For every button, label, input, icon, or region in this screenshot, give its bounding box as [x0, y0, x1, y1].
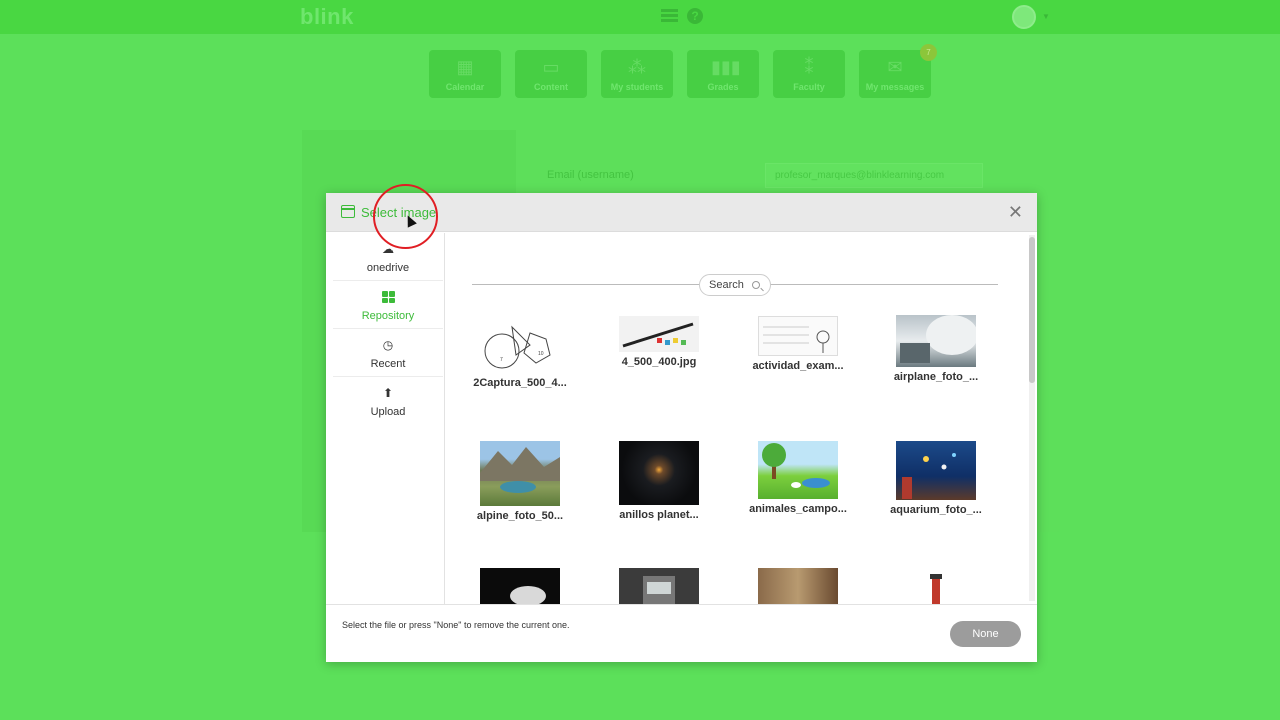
nav-faculty[interactable]: ⁑ Faculty — [773, 50, 845, 98]
search-placeholder: Search — [709, 279, 744, 291]
sidebar-item-repository[interactable]: Repository — [333, 281, 443, 329]
device-photo-image — [619, 568, 699, 604]
worksheet-image — [758, 316, 838, 356]
nav-calendar[interactable]: ▦ Calendar — [429, 50, 501, 98]
image-thumbnail[interactable]: airplane_foto_... — [876, 315, 996, 383]
image-caption: anillos planet... — [619, 509, 699, 521]
image-thumbnail[interactable]: actividad_exam... — [738, 316, 858, 372]
image-thumbnail[interactable] — [460, 568, 580, 604]
user-avatar[interactable] — [1012, 5, 1036, 29]
nav-label: Faculty — [793, 82, 825, 92]
content-icon: ▭ — [542, 57, 560, 77]
dark-photo-image — [480, 568, 560, 604]
search-icon — [752, 281, 760, 289]
aquarium-photo-image — [896, 441, 976, 500]
nav-label: Grades — [707, 82, 739, 92]
grades-icon: ▮▮▮ — [711, 57, 741, 77]
image-thumbnail[interactable] — [876, 568, 996, 604]
stylus-photo-image — [619, 316, 699, 352]
nav-my-students[interactable]: ⁂ My students — [601, 50, 673, 98]
email-label: Email (username) — [547, 169, 634, 181]
sidebar-item-upload[interactable]: ⬆ Upload — [333, 377, 443, 425]
close-icon[interactable]: ✕ — [1008, 203, 1023, 221]
image-caption: 2Captura_500_4... — [473, 377, 567, 389]
grid-icon — [381, 291, 395, 303]
sidebar-item-recent[interactable]: ◷ Recent — [333, 329, 443, 377]
hamburger-menu-icon[interactable] — [661, 9, 678, 23]
faculty-icon: ⁑ — [804, 57, 814, 77]
image-thumbnail[interactable] — [599, 568, 719, 604]
sidebar-item-label: Upload — [370, 406, 406, 418]
image-caption: airplane_foto_... — [893, 371, 979, 383]
footer-hint: Select the file or press "None" to remov… — [342, 620, 570, 630]
help-icon[interactable]: ? — [687, 8, 703, 24]
sidebar-item-label: onedrive — [366, 262, 410, 274]
lighthouse-image — [896, 568, 976, 604]
image-thumbnail[interactable] — [738, 568, 858, 604]
svg-text:10: 10 — [538, 351, 544, 357]
calendar-icon: ▦ — [456, 57, 474, 77]
sidebar-item-label: Repository — [361, 310, 415, 322]
image-thumbnail[interactable]: aquarium_foto_... — [876, 441, 996, 516]
nav-label: My messages — [865, 82, 925, 92]
image-caption: actividad_exam... — [752, 360, 844, 372]
alpine-lake-photo-image — [480, 441, 560, 506]
top-bar: blink ? ▼ — [0, 0, 1280, 34]
scrollbar[interactable] — [1029, 235, 1035, 601]
airplane-photo-image — [896, 315, 976, 367]
search-input[interactable]: Search — [699, 274, 771, 296]
select-image-modal: Select image ✕ ☁ onedrive Repository ◷ R… — [326, 184, 1037, 662]
geometry-sketch-image: 7 10 — [480, 315, 560, 373]
email-value: profesor_marques@blinklearning.com — [775, 170, 945, 181]
clock-icon: ◷ — [382, 338, 394, 352]
students-icon: ⁂ — [628, 57, 646, 77]
cloud-icon: ☁ — [382, 242, 394, 256]
nav-label: My students — [610, 82, 664, 92]
image-caption: aquarium_foto_... — [890, 504, 982, 516]
main-nav: ▦ Calendar ▭ Content ⁂ My students ▮▮▮ G… — [429, 44, 937, 98]
image-grid-area: Search 7 10 2Captura_500_4... 4_500_400.… — [446, 233, 1026, 604]
source-sidebar: ☁ onedrive Repository ◷ Recent ⬆ Upload — [326, 233, 445, 604]
messages-count-badge: 7 — [920, 44, 937, 61]
image-caption: 4_500_400.jpg — [621, 356, 697, 368]
planet-rings-image — [619, 441, 699, 505]
image-thumbnail[interactable]: 7 10 2Captura_500_4... — [460, 315, 580, 389]
chevron-down-icon[interactable]: ▼ — [1042, 12, 1050, 21]
image-caption: alpine_foto_50... — [476, 510, 564, 522]
nav-label: Content — [534, 82, 568, 92]
scrollbar-thumb[interactable] — [1029, 237, 1035, 383]
image-thumbnail[interactable]: 4_500_400.jpg — [599, 316, 719, 368]
nav-my-messages[interactable]: ✉ My messages 7 — [859, 44, 937, 98]
app-logo[interactable]: blink — [300, 4, 354, 30]
nav-content[interactable]: ▭ Content — [515, 50, 587, 98]
sidebar-item-label: Recent — [370, 358, 406, 370]
farm-animals-illustration-image — [758, 441, 838, 499]
image-thumbnail[interactable]: animales_campo... — [738, 441, 858, 515]
image-thumbnail[interactable]: anillos planet... — [599, 441, 719, 521]
calendar-icon — [341, 205, 355, 218]
mail-icon: ✉ — [887, 57, 903, 77]
image-caption: animales_campo... — [749, 503, 847, 515]
upload-arrow-icon: ⬆ — [382, 386, 394, 400]
modal-footer: Select the file or press "None" to remov… — [326, 604, 1037, 662]
nav-grades[interactable]: ▮▮▮ Grades — [687, 50, 759, 98]
classroom-photo-image — [758, 568, 838, 604]
none-button[interactable]: None — [950, 621, 1021, 647]
nav-label: Calendar — [445, 82, 485, 92]
image-thumbnail[interactable]: alpine_foto_50... — [460, 441, 580, 522]
svg-text:7: 7 — [500, 357, 503, 363]
